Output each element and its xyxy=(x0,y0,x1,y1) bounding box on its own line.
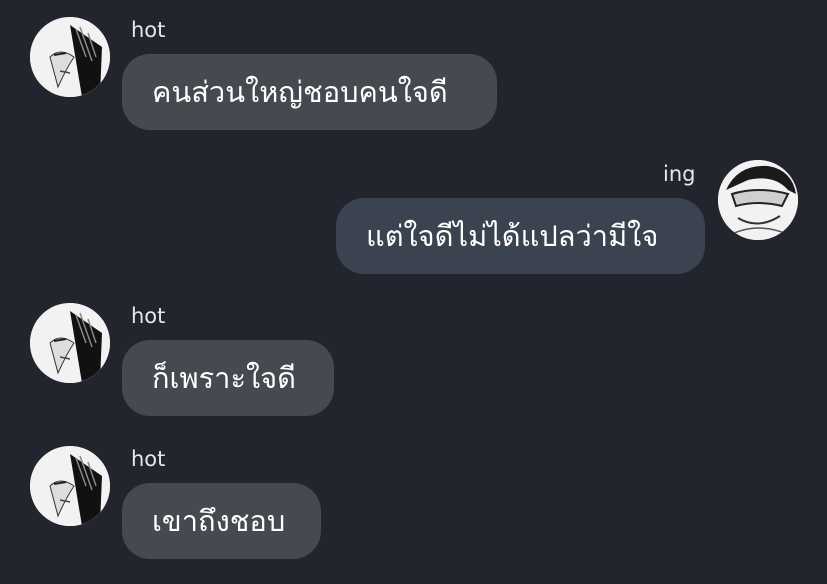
message-bubble[interactable]: เขาถึงชอบ xyxy=(122,483,321,559)
message-text: คนส่วนใหญ่ชอบคนใจดี xyxy=(152,75,448,109)
sender-avatar-icon[interactable] xyxy=(30,303,110,383)
message-text: เขาถึงชอบ xyxy=(152,504,286,538)
anime-character-avatar-icon xyxy=(30,303,110,383)
message-bubble[interactable]: ก็เพราะใจดี xyxy=(122,340,334,416)
sender-name: ing xyxy=(663,162,696,186)
message-bubble[interactable]: คนส่วนใหญ่ชอบคนใจดี xyxy=(122,54,497,130)
message-text: แต่ใจดีไม่ได้แปลว่ามีใจ xyxy=(366,219,659,253)
chat-thread: hot คนส่วนใหญ่ชอบคนใจดี ing แต่ใจดีไม่ได… xyxy=(0,0,827,584)
sender-name: hot xyxy=(131,18,166,42)
sender-name: hot xyxy=(131,304,166,328)
sender-avatar-icon[interactable] xyxy=(30,17,110,97)
message-bubble[interactable]: แต่ใจดีไม่ได้แปลว่ามีใจ xyxy=(336,198,705,274)
anime-character-glasses-avatar-icon xyxy=(718,160,798,240)
anime-character-avatar-icon xyxy=(30,17,110,97)
sender-avatar-icon[interactable] xyxy=(718,160,798,240)
message-text: ก็เพราะใจดี xyxy=(152,361,297,395)
sender-name: hot xyxy=(131,447,166,471)
anime-character-avatar-icon xyxy=(30,446,110,526)
sender-avatar-icon[interactable] xyxy=(30,446,110,526)
